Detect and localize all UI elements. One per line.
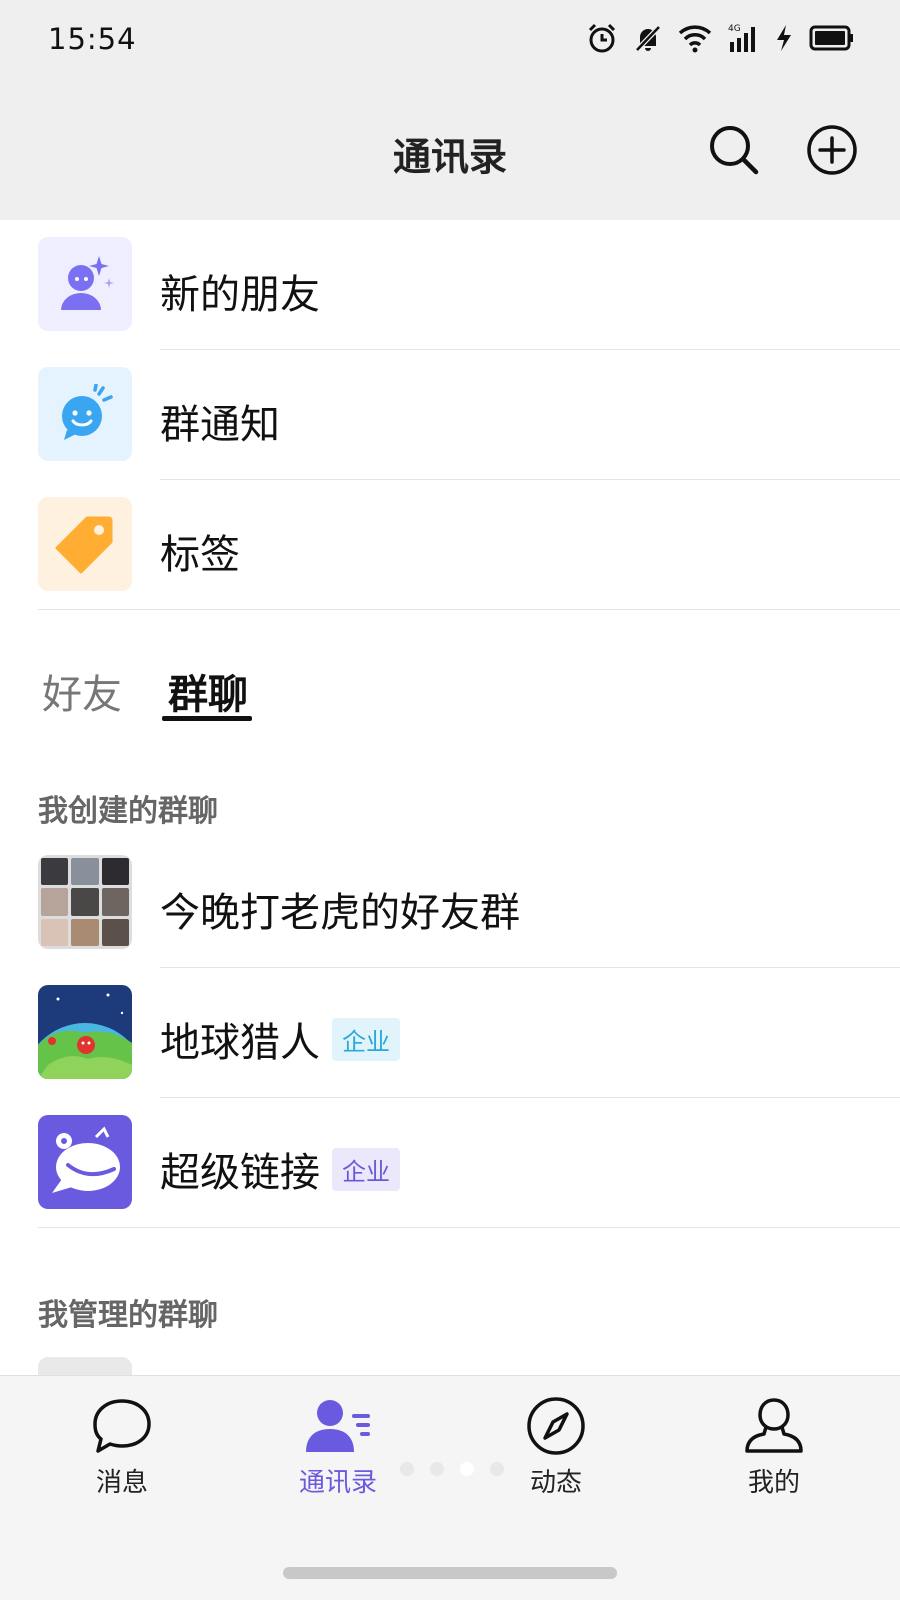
page-dot	[400, 1462, 414, 1476]
group-name: 地球猎人	[160, 1020, 320, 1066]
tab-groups[interactable]: 群聊	[168, 662, 248, 720]
contacts-icon	[306, 1400, 370, 1452]
group-name-row: 地球猎人 企业	[160, 1010, 400, 1068]
section-title-created: 我创建的群聊	[38, 794, 218, 829]
top-area: 15:54 4G 通讯录	[0, 0, 900, 220]
group-notice-label: 群通知	[160, 402, 280, 448]
charging-icon	[777, 25, 791, 51]
plus-circle-icon	[807, 125, 857, 175]
group-name-row: 超级链接 企业	[160, 1140, 400, 1198]
nav-me[interactable]: 我的	[714, 1396, 834, 1499]
nav-label: 消息	[95, 1468, 148, 1498]
nine-grid-avatar	[38, 855, 132, 949]
compass-icon	[527, 1397, 585, 1455]
new-friend-icon	[38, 237, 132, 331]
wifi-icon	[678, 25, 712, 53]
nav-label: 通讯录	[298, 1468, 377, 1498]
active-tab-indicator	[162, 716, 252, 721]
mute-bell-icon	[635, 25, 661, 52]
enterprise-badge: 企业	[332, 1017, 400, 1061]
nav-label: 动态	[529, 1468, 582, 1498]
battery-icon	[809, 25, 853, 51]
add-button[interactable]	[806, 124, 858, 176]
tab-friends[interactable]: 好友	[42, 662, 122, 720]
tags-item[interactable]: 标签	[0, 480, 900, 610]
nav-label: 我的	[747, 1468, 800, 1498]
signal-icon: 4G	[728, 24, 755, 52]
section-title-managed: 我管理的群聊	[38, 1298, 218, 1333]
page-title: 通讯录	[392, 135, 507, 179]
group-item[interactable]: 地球猎人 企业	[0, 968, 900, 1098]
person-icon	[745, 1398, 803, 1453]
page-dots	[400, 1462, 504, 1476]
search-icon	[710, 126, 759, 175]
status-icons: 4G	[586, 20, 854, 56]
nav-contacts[interactable]: 通讯录	[278, 1396, 398, 1499]
chat-bubble-icon	[93, 1399, 151, 1453]
alarm-icon	[588, 23, 616, 53]
divider	[38, 609, 900, 610]
tag-icon	[38, 497, 132, 591]
super-link-avatar	[38, 1115, 132, 1209]
page-dot	[490, 1462, 504, 1476]
nav-messages[interactable]: 消息	[62, 1396, 182, 1499]
group-notice-icon	[38, 367, 132, 461]
group-name: 今晚打老虎的好友群	[160, 890, 520, 936]
home-indicator[interactable]	[283, 1567, 617, 1579]
status-bar: 15:54 4G	[0, 0, 900, 80]
group-name: 超级链接	[160, 1150, 320, 1196]
tags-label: 标签	[160, 532, 240, 578]
search-button[interactable]	[708, 124, 760, 176]
partial-group-avatar	[38, 1357, 132, 1377]
new-friends-label: 新的朋友	[160, 272, 320, 318]
group-notice-item[interactable]: 群通知	[0, 350, 900, 480]
enterprise-badge: 企业	[332, 1147, 400, 1191]
page-dot	[430, 1462, 444, 1476]
group-item[interactable]: 今晚打老虎的好友群	[0, 838, 900, 968]
earth-avatar	[38, 985, 132, 1079]
new-friends-item[interactable]: 新的朋友	[0, 220, 900, 350]
network-type-label: 4G	[728, 24, 741, 34]
divider	[38, 1227, 900, 1228]
page-dot-active	[460, 1462, 474, 1476]
group-item[interactable]: 超级链接 企业	[0, 1098, 900, 1228]
status-time: 15:54	[48, 22, 137, 56]
nav-moments[interactable]: 动态	[496, 1396, 616, 1499]
